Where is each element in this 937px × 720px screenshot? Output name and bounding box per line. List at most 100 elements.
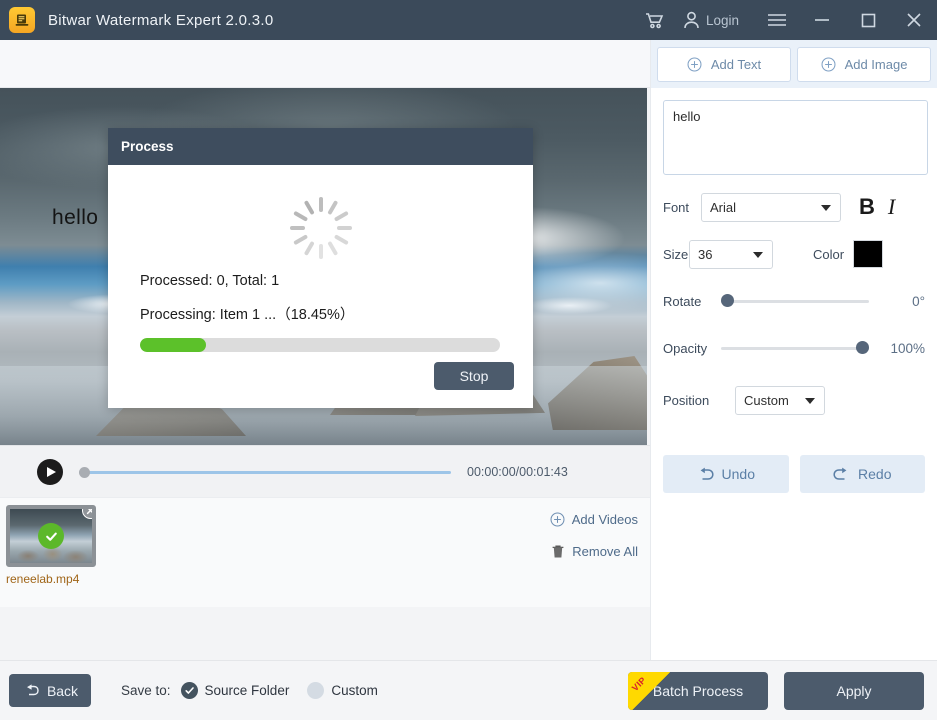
progress-bar	[140, 338, 500, 352]
dialog-header: Process	[108, 128, 533, 165]
seek-handle[interactable]	[79, 466, 90, 478]
opacity-slider-track	[721, 347, 869, 350]
batch-process-button[interactable]: VIP Batch Process	[628, 671, 768, 710]
redo-arrow-icon	[833, 467, 847, 480]
color-label: Color	[813, 246, 845, 262]
close-icon[interactable]	[82, 509, 92, 519]
preview-toolbar-strip	[0, 40, 650, 88]
process-dialog: Process Processed: 0, Total: 1 Processin…	[108, 128, 533, 408]
radio-unselected-icon[interactable]	[307, 682, 325, 699]
source-folder-label[interactable]: Source Folder	[205, 683, 290, 698]
cart-icon[interactable]	[635, 0, 675, 40]
font-select-value: Arial	[710, 199, 737, 215]
save-to-label: Save to:	[121, 683, 171, 698]
history-actions: Undo Redo	[651, 415, 937, 493]
position-label: Position	[663, 392, 710, 408]
maximize-icon[interactable]	[845, 0, 891, 40]
list-item[interactable]: reneelab.mp4	[6, 505, 98, 586]
bold-button[interactable]: B	[859, 196, 875, 218]
add-videos-button[interactable]: Add Videos	[550, 512, 638, 527]
apply-button[interactable]: Apply	[784, 671, 924, 710]
chevron-down-icon	[805, 398, 815, 404]
position-select[interactable]: Custom	[735, 385, 825, 415]
list-item-label: reneelab.mp4	[6, 572, 80, 586]
opacity-slider-handle[interactable]	[856, 341, 869, 354]
add-text-label: Add Text	[710, 56, 762, 72]
app-logo-icon	[9, 7, 35, 33]
watermark-overlay-text[interactable]: hello	[52, 206, 98, 230]
file-list-actions: Add Videos Remove All	[550, 512, 638, 576]
seek-track	[79, 470, 451, 474]
processing-status-text: Processing: Item 1 ...（18.45%）	[140, 307, 355, 323]
redo-button[interactable]: Redo	[799, 455, 925, 493]
apply-label: Apply	[836, 682, 872, 699]
player-controls: 00:00:00/00:01:43	[0, 445, 650, 497]
source-folder-radio[interactable]: Source Folder	[180, 682, 290, 699]
circle-plus-icon	[687, 57, 702, 71]
hamburger-menu-icon[interactable]	[755, 0, 799, 40]
watermark-settings-panel: Add Text Add Image Font Arial B I	[650, 40, 937, 680]
undo-button[interactable]: Undo	[663, 455, 789, 493]
add-image-button[interactable]: Add Image	[797, 46, 931, 82]
opacity-row: Opacity 100%	[663, 333, 925, 363]
bottom-bar: Back Save to: Source Folder Custom VIP B…	[0, 660, 937, 720]
login-button[interactable]: Login	[706, 13, 755, 28]
rotate-slider[interactable]	[721, 294, 869, 308]
file-list: reneelab.mp4 Add Videos Remove All	[0, 497, 650, 607]
chevron-down-icon	[821, 205, 831, 211]
radio-selected-icon[interactable]	[180, 682, 198, 699]
dialog-body: Processed: 0, Total: 1 Processing: Item …	[108, 165, 533, 408]
color-swatch[interactable]	[853, 240, 884, 268]
circle-plus-icon	[550, 512, 565, 527]
rotate-row: Rotate 0°	[663, 286, 925, 316]
add-text-button[interactable]: Add Text	[657, 46, 791, 82]
size-label: Size	[663, 246, 689, 262]
window-title: Bitwar Watermark Expert 2.0.3.0	[48, 11, 274, 29]
close-icon[interactable]	[891, 0, 937, 40]
font-label: Font	[663, 199, 690, 215]
seek-bar[interactable]	[79, 465, 451, 479]
size-color-row: Size 36 Color	[663, 239, 925, 269]
watermark-text-input[interactable]	[663, 100, 928, 175]
play-icon[interactable]	[37, 458, 63, 485]
rotate-value: 0°	[912, 293, 925, 309]
settings-body: Font Arial B I Size 36 Color Rotate	[651, 88, 937, 415]
opacity-label: Opacity	[663, 340, 708, 356]
italic-button[interactable]: I	[888, 196, 895, 218]
chevron-down-icon	[753, 252, 763, 258]
size-select-value: 36	[698, 246, 713, 262]
processed-count-text: Processed: 0, Total: 1	[140, 273, 280, 289]
trash-icon	[552, 545, 564, 558]
rotate-slider-track	[721, 300, 869, 303]
rotate-label: Rotate	[663, 293, 702, 309]
position-row: Position Custom	[663, 385, 925, 415]
vip-badge-label: VIP	[629, 674, 649, 693]
custom-label[interactable]: Custom	[331, 683, 378, 698]
thumbnail[interactable]	[6, 505, 96, 567]
custom-radio[interactable]: Custom	[307, 682, 378, 699]
stop-label: Stop	[459, 368, 489, 384]
batch-process-label: Batch Process	[652, 682, 744, 699]
add-videos-label: Add Videos	[571, 512, 638, 527]
title-bar: Bitwar Watermark Expert 2.0.3.0 Login	[0, 0, 937, 40]
remove-all-label: Remove All	[572, 544, 638, 559]
size-select[interactable]: 36	[689, 239, 773, 269]
app-window: Bitwar Watermark Expert 2.0.3.0 Login he…	[0, 0, 937, 720]
undo-arrow-icon	[700, 467, 714, 480]
rotate-slider-handle[interactable]	[721, 294, 734, 307]
check-circle-icon	[38, 523, 64, 549]
position-select-value: Custom	[744, 392, 789, 408]
stop-button[interactable]: Stop	[434, 362, 514, 390]
add-watermark-toolbar: Add Text Add Image	[651, 40, 937, 88]
opacity-value: 100%	[890, 340, 925, 356]
remove-all-button[interactable]: Remove All	[550, 544, 638, 559]
bottom-bar-actions: VIP Batch Process Apply	[628, 671, 924, 710]
minimize-icon[interactable]	[799, 0, 845, 40]
user-icon[interactable]	[675, 0, 706, 40]
add-image-label: Add Image	[844, 56, 908, 72]
back-button[interactable]: Back	[9, 674, 91, 707]
titlebar-controls: Login	[635, 0, 937, 40]
font-select[interactable]: Arial	[701, 192, 841, 222]
opacity-slider[interactable]	[721, 341, 869, 355]
progress-bar-fill	[140, 338, 207, 352]
